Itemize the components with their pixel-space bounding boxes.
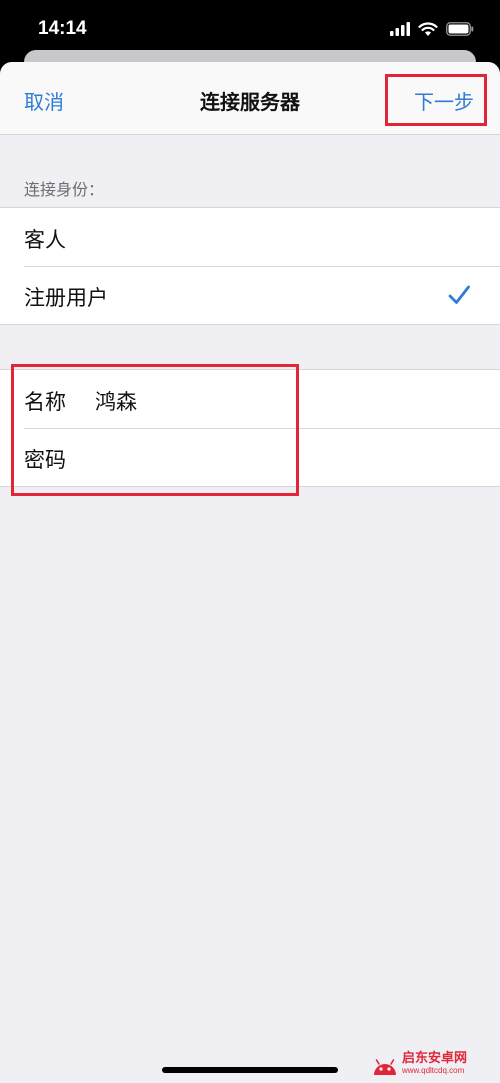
highlight-box-credentials xyxy=(11,364,299,496)
identity-option-guest[interactable]: 客人 xyxy=(0,208,500,266)
watermark-text: 启东安卓网 www.qdltcdq.com xyxy=(402,1052,467,1075)
site-watermark: 启东安卓网 www.qdltcdq.com xyxy=(372,1047,498,1079)
watermark-brand: 启东安卓网 xyxy=(402,1050,468,1066)
option-label: 注册用户 xyxy=(24,286,108,310)
watermark-url: www.qdltcdq.com xyxy=(402,1065,465,1075)
wifi-icon xyxy=(418,21,438,36)
identity-section-header: 连接身份： xyxy=(24,180,105,199)
status-icons xyxy=(390,18,474,40)
connect-server-sheet: 取消 连接服务器 下一步 连接身份： 客人 注册用户 名称 鸿森 密码 启东安卓… xyxy=(0,62,500,1083)
checkmark-icon xyxy=(448,285,470,304)
navigation-bar: 取消 连接服务器 下一步 xyxy=(0,62,500,135)
status-time: 14:14 xyxy=(38,18,87,39)
signal-icon xyxy=(390,22,410,36)
identity-options-group: 客人 注册用户 xyxy=(0,207,500,325)
home-indicator[interactable] xyxy=(162,1067,338,1073)
identity-option-registered-user[interactable]: 注册用户 xyxy=(0,266,500,324)
highlight-box-next xyxy=(385,74,487,126)
option-label: 客人 xyxy=(24,228,66,252)
android-logo-icon xyxy=(374,1059,396,1075)
battery-icon xyxy=(446,22,474,36)
